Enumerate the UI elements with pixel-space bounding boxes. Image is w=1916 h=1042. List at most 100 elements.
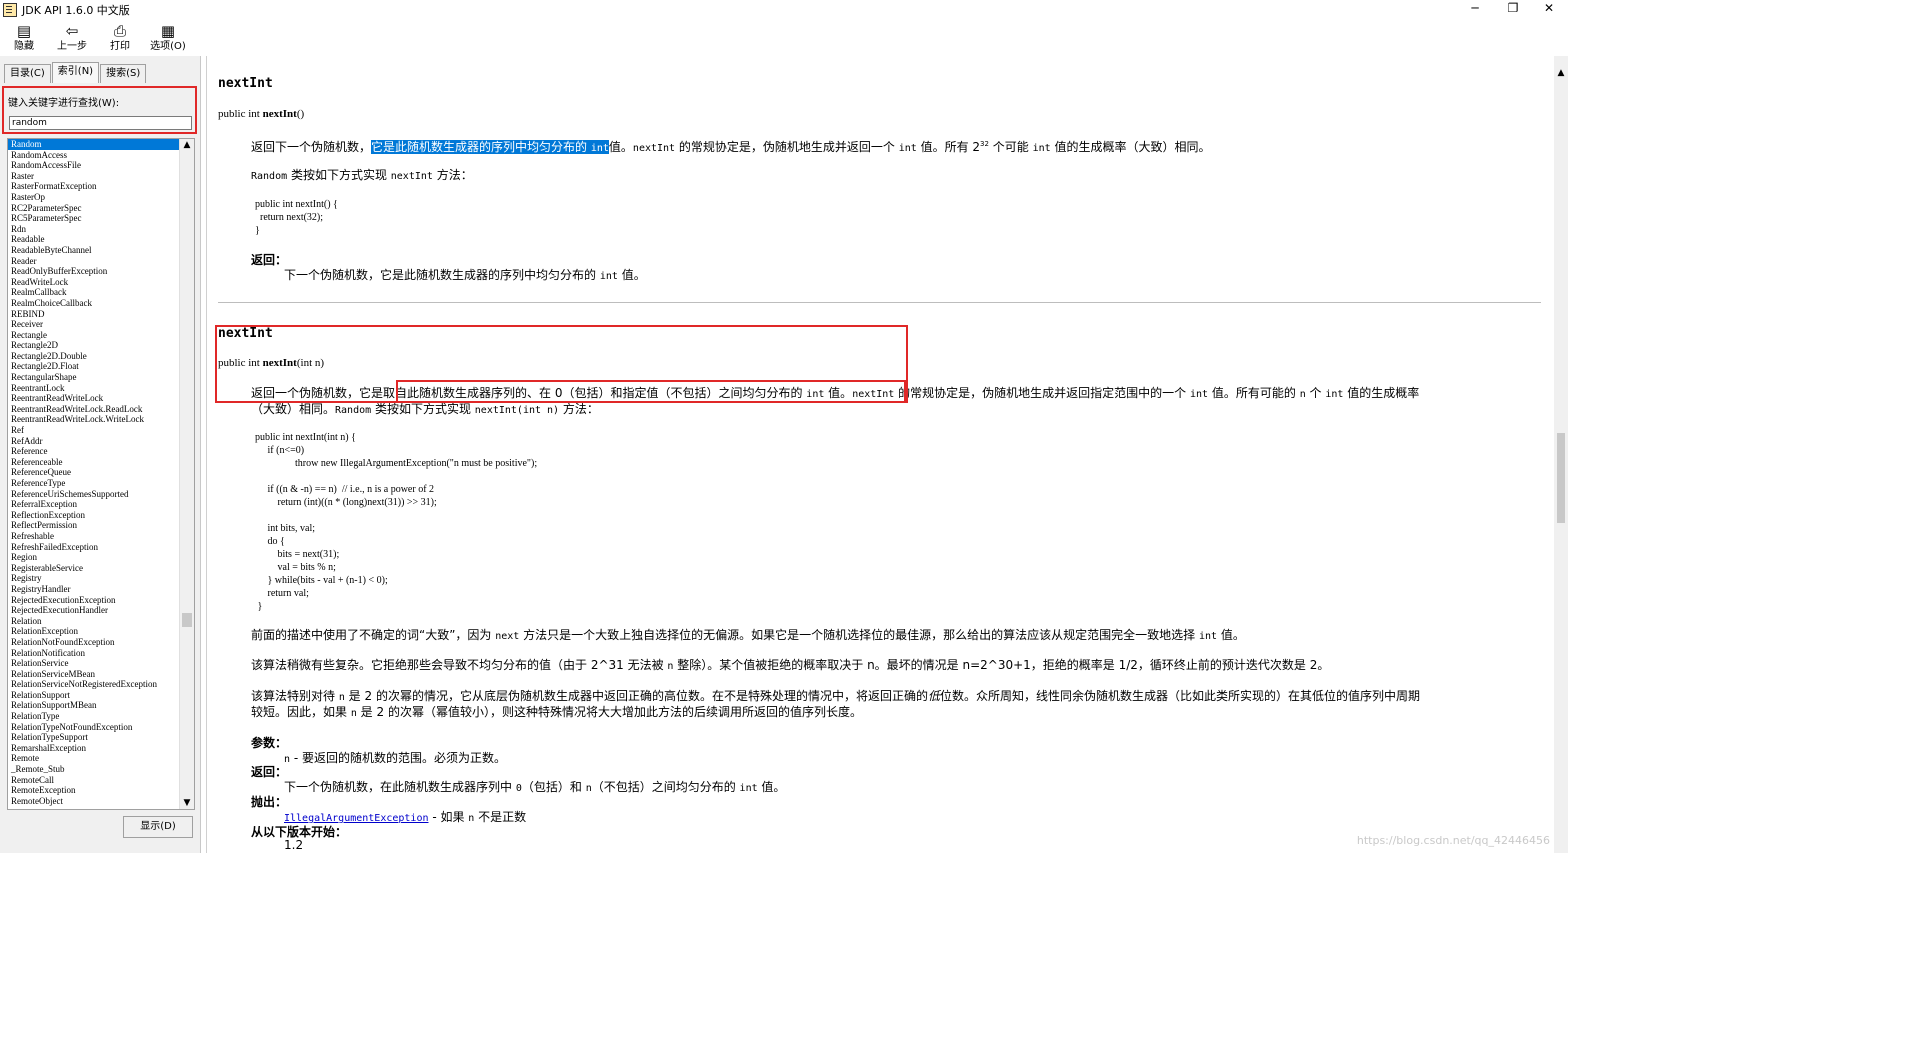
list-item[interactable]: RealmCallback — [8, 287, 179, 298]
list-item[interactable]: RasterFormatException — [8, 181, 179, 192]
list-item[interactable]: Remote — [8, 753, 179, 764]
list-item[interactable]: Rectangle2D — [8, 340, 179, 351]
list-item[interactable]: ReentrantLock — [8, 383, 179, 394]
list-item[interactable]: ReadableByteChannel — [8, 245, 179, 256]
list-item[interactable]: Receiver — [8, 319, 179, 330]
keyword-search-box: 键入关键字进行查找(W): — [2, 86, 197, 134]
scroll-down-icon[interactable]: ▼ — [180, 798, 194, 808]
list-item[interactable]: Raster — [8, 171, 179, 182]
list-item[interactable]: RC5ParameterSpec — [8, 213, 179, 224]
watermark: https://blog.csdn.net/qq_42446456 — [1356, 834, 1550, 847]
index-list-items: Random RandomAccess RandomAccessFile Raster… — [8, 139, 194, 806]
list-item[interactable]: RefAddr — [8, 436, 179, 447]
maximize-button[interactable]: ❐ — [1494, 0, 1532, 19]
content-scrollbar[interactable]: ▲ — [1554, 56, 1568, 853]
returns-description: 下一个伪随机数，它是此随机数生成器的序列中均匀分布的 int 值。 — [284, 268, 646, 282]
list-item[interactable]: RemoteCall — [8, 775, 179, 786]
list-item[interactable]: RectangularShape — [8, 372, 179, 383]
list-item[interactable]: Registry — [8, 573, 179, 584]
list-item[interactable]: ReferenceUriSchemesSupported — [8, 489, 179, 500]
index-list-scrollbar[interactable]: ▲ ▼ — [179, 139, 194, 809]
list-item[interactable]: RemoteObject — [8, 796, 179, 807]
search-label: 键入关键字进行查找(W): — [8, 98, 120, 109]
list-item[interactable]: Rectangle — [8, 330, 179, 341]
list-item[interactable]: RelationTypeSupport — [8, 732, 179, 743]
scroll-up-icon[interactable]: ▲ — [180, 140, 194, 150]
list-item[interactable]: Rectangle2D.Float — [8, 361, 179, 372]
print-button[interactable]: ⎙ 打印 — [96, 19, 144, 56]
list-item[interactable]: Relation — [8, 616, 179, 627]
list-item[interactable]: ReentrantReadWriteLock — [8, 393, 179, 404]
list-item[interactable]: RelationNotFoundException — [8, 637, 179, 648]
list-item[interactable]: RelationTypeNotFoundException — [8, 722, 179, 733]
list-item[interactable]: ReadOnlyBufferException — [8, 266, 179, 277]
list-item[interactable]: RelationServiceNotRegisteredException — [8, 679, 179, 690]
scroll-thumb[interactable] — [182, 613, 192, 627]
list-item[interactable]: _Remote_Stub — [8, 764, 179, 775]
description-paragraph: 该算法稍微有些复杂。它拒绝那些会导致不均匀分布的值（由于 2^31 无法被 n … — [251, 658, 1330, 672]
scroll-thumb[interactable] — [1557, 433, 1565, 523]
list-item[interactable]: RelationException — [8, 626, 179, 637]
display-button[interactable]: 显示(D) — [123, 816, 193, 838]
returns-label: 返回： — [251, 253, 288, 267]
nav-tabs: 目录(C) 索引(N) 搜索(S) — [4, 62, 147, 83]
list-item[interactable]: Reader — [8, 256, 179, 267]
list-item[interactable]: RelationService — [8, 658, 179, 669]
implementation-note: Random 类按如下方式实现 nextInt 方法： — [251, 168, 473, 182]
hide-button[interactable]: ▤ 隐藏 — [0, 19, 48, 56]
list-item[interactable]: Random — [8, 139, 179, 150]
list-item[interactable]: RelationServiceMBean — [8, 669, 179, 680]
back-arrow-icon: ⇦ — [65, 22, 79, 40]
list-item[interactable]: RandomAccess — [8, 150, 179, 161]
title-bar: JDK API 1.6.0 中文版 ─ ❐ ✕ — [0, 0, 1568, 19]
list-item[interactable]: RemoteException — [8, 785, 179, 796]
list-item[interactable]: ReferenceQueue — [8, 467, 179, 478]
minimize-button[interactable]: ─ — [1456, 0, 1494, 19]
list-item[interactable]: RealmChoiceCallback — [8, 298, 179, 309]
list-item[interactable]: ReflectionException — [8, 510, 179, 521]
list-item[interactable]: Refreshable — [8, 531, 179, 542]
list-item[interactable]: RelationSupport — [8, 690, 179, 701]
list-item[interactable]: ReadWriteLock — [8, 277, 179, 288]
keyword-input[interactable] — [9, 116, 192, 130]
options-button[interactable]: ▦ 选项(O) — [144, 19, 192, 56]
code-block: public int nextInt(int n) { if (n<=0) th… — [255, 432, 538, 612]
tab-index[interactable]: 索引(N) — [51, 62, 100, 83]
description-paragraph: 该算法特别对待 n 是 2 的次幂的情况，它从底层伪随机数生成器中返回正确的高位… — [251, 689, 1420, 719]
list-item[interactable]: Rdn — [8, 224, 179, 235]
list-item[interactable]: Referenceable — [8, 457, 179, 468]
back-button[interactable]: ⇦ 上一步 — [48, 19, 96, 56]
options-label: 选项(O) — [150, 41, 186, 52]
list-item[interactable]: RegisterableService — [8, 563, 179, 574]
list-item[interactable]: RejectedExecutionHandler — [8, 605, 179, 616]
section-separator — [218, 302, 1541, 303]
list-item[interactable]: RC2ParameterSpec — [8, 203, 179, 214]
tab-search[interactable]: 搜索(S) — [100, 64, 147, 83]
list-item[interactable]: Ref — [8, 425, 179, 436]
list-item[interactable]: ReferenceType — [8, 478, 179, 489]
close-button[interactable]: ✕ — [1530, 0, 1568, 19]
list-item[interactable]: ReferralException — [8, 499, 179, 510]
list-item[interactable]: RelationNotification — [8, 648, 179, 659]
list-item[interactable]: RegistryHandler — [8, 584, 179, 595]
app-icon — [3, 2, 17, 17]
returns-label: 返回： — [251, 765, 288, 779]
list-item[interactable]: Rectangle2D.Double — [8, 351, 179, 362]
list-item[interactable]: RandomAccessFile — [8, 160, 179, 171]
list-item[interactable]: RasterOp — [8, 192, 179, 203]
list-item[interactable]: RejectedExecutionException — [8, 595, 179, 606]
list-item[interactable]: RefreshFailedException — [8, 542, 179, 553]
list-item[interactable]: ReflectPermission — [8, 520, 179, 531]
list-item[interactable]: RelationSupportMBean — [8, 700, 179, 711]
list-item[interactable]: Readable — [8, 234, 179, 245]
tab-contents[interactable]: 目录(C) — [4, 64, 51, 83]
list-item[interactable]: ReentrantReadWriteLock.ReadLock — [8, 404, 179, 415]
method-signature: public int nextInt() — [218, 108, 305, 120]
list-item[interactable]: Reference — [8, 446, 179, 457]
scroll-up-icon[interactable]: ▲ — [1554, 68, 1568, 78]
list-item[interactable]: REBIND — [8, 309, 179, 320]
list-item[interactable]: RemarshalException — [8, 743, 179, 754]
list-item[interactable]: ReentrantReadWriteLock.WriteLock — [8, 414, 179, 425]
list-item[interactable]: Region — [8, 552, 179, 563]
list-item[interactable]: RelationType — [8, 711, 179, 722]
